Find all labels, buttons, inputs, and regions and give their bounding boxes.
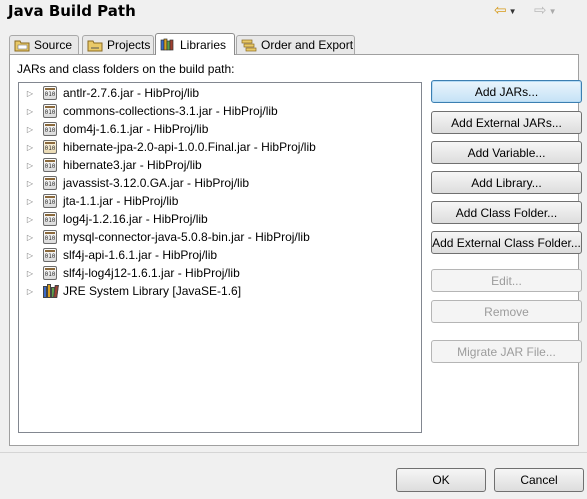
add-class-folder-button[interactable]: Add Class Folder... [431,201,582,224]
list-item[interactable]: ▷ dom4j-1.6.1.jar - HibProj/lib [19,120,419,138]
add-variable-button[interactable]: Add Variable... [431,141,582,164]
jar-icon [43,266,57,280]
list-item[interactable]: ▷ hibernate3.jar - HibProj/lib [19,156,419,174]
list-item[interactable]: ▷ JRE System Library [JavaSE-1.6] [19,282,419,300]
list-item-label: JRE System Library [JavaSE-1.6] [63,284,242,298]
list-item[interactable]: ▷ mysql-connector-java-5.0.8-bin.jar - Hi… [19,228,419,246]
add-library-button[interactable]: Add Library... [431,171,582,194]
forward-arrow-icon[interactable]: ⇨ [534,2,547,20]
list-item-label: slf4j-log4j12-1.6.1.jar - HibProj/lib [63,266,240,280]
ok-button[interactable]: OK [396,468,486,492]
page-title: Java Build Path [8,2,136,20]
list-item-label: hibernate3.jar - HibProj/lib [63,158,202,172]
title-bar: Java Build Path ⇦ ▼ ⇨ ▼ [0,0,587,26]
list-item[interactable]: ▷ jta-1.1.jar - HibProj/lib [19,192,419,210]
library-tree[interactable]: ▷ antlr-2.7.6.jar - HibProj/lib ▷ commons-… [18,82,422,433]
tab-label: Source [34,38,73,52]
remove-button[interactable]: Remove [431,300,582,323]
back-nav[interactable]: ⇦ ▼ [494,2,517,20]
source-folder-icon [14,39,30,52]
build-path-label: JARs and class folders on the build path… [17,62,235,76]
jar-icon [43,140,57,154]
expand-arrow-icon[interactable]: ▷ [23,161,37,170]
expand-arrow-icon[interactable]: ▷ [23,287,37,296]
list-item-label: dom4j-1.6.1.jar - HibProj/lib [63,122,209,136]
projects-icon [87,39,103,52]
tab-projects[interactable]: Projects [82,35,154,54]
library-books-icon [43,284,59,298]
order-export-icon [241,39,257,52]
list-item[interactable]: ▷ commons-collections-3.1.jar - HibProj/l… [19,102,419,120]
expand-arrow-icon[interactable]: ▷ [23,197,37,206]
expand-arrow-icon[interactable]: ▷ [23,269,37,278]
back-dropdown-icon[interactable]: ▼ [509,7,517,16]
add-external-jars-button[interactable]: Add External JARs... [431,111,582,134]
tab-libraries[interactable]: Libraries [155,33,235,55]
jar-icon [43,158,57,172]
list-item[interactable]: ▷ javassist-3.12.0.GA.jar - HibProj/lib [19,174,419,192]
libraries-icon [160,38,176,51]
list-item[interactable]: ▷ slf4j-log4j12-1.6.1.jar - HibProj/lib [19,264,419,282]
expand-arrow-icon[interactable]: ▷ [23,89,37,98]
tab-label: Libraries [180,37,227,52]
list-item[interactable]: ▷ log4j-1.2.16.jar - HibProj/lib [19,210,419,228]
list-item[interactable]: ▷ slf4j-api-1.6.1.jar - HibProj/lib [19,246,419,264]
add-jars-button[interactable]: Add JARs... [431,80,582,103]
edit-button[interactable]: Edit... [431,269,582,292]
list-item-label: hibernate-jpa-2.0-api-1.0.0.Final.jar - … [63,140,316,154]
expand-arrow-icon[interactable]: ▷ [23,179,37,188]
jar-icon [43,212,57,226]
expand-arrow-icon[interactable]: ▷ [23,143,37,152]
tab-order-export[interactable]: Order and Export [236,35,355,54]
forward-nav[interactable]: ⇨ ▼ [534,2,557,20]
migrate-jar-button[interactable]: Migrate JAR File... [431,340,582,363]
expand-arrow-icon[interactable]: ▷ [23,251,37,260]
list-item-label: commons-collections-3.1.jar - HibProj/li… [63,104,278,118]
footer-divider [0,452,587,453]
list-item[interactable]: ▷ hibernate-jpa-2.0-api-1.0.0.Final.jar -… [19,138,419,156]
expand-arrow-icon[interactable]: ▷ [23,107,37,116]
expand-arrow-icon[interactable]: ▷ [23,125,37,134]
jar-icon [43,122,57,136]
list-item-label: mysql-connector-java-5.0.8-bin.jar - Hib… [63,230,310,244]
expand-arrow-icon[interactable]: ▷ [23,233,37,242]
jar-icon [43,176,57,190]
expand-arrow-icon[interactable]: ▷ [23,215,37,224]
libraries-panel: JARs and class folders on the build path… [9,54,582,446]
tab-source[interactable]: Source [9,35,79,54]
tab-label: Projects [107,38,151,52]
list-item-label: javassist-3.12.0.GA.jar - HibProj/lib [63,176,250,190]
add-external-class-folder-button[interactable]: Add External Class Folder... [431,231,582,254]
jar-icon [43,86,57,100]
list-item-label: log4j-1.2.16.jar - HibProj/lib [63,212,208,226]
forward-dropdown-icon[interactable]: ▼ [549,7,557,16]
list-item[interactable]: ▷ antlr-2.7.6.jar - HibProj/lib [19,84,419,102]
jar-icon [43,248,57,262]
list-item-label: slf4j-api-1.6.1.jar - HibProj/lib [63,248,218,262]
jar-icon [43,230,57,244]
list-item-label: antlr-2.7.6.jar - HibProj/lib [63,86,200,100]
tab-label: Order and Export [261,38,354,52]
back-arrow-icon[interactable]: ⇦ [494,2,507,20]
jar-icon [43,194,57,208]
jar-icon [43,104,57,118]
list-item-label: jta-1.1.jar - HibProj/lib [63,194,179,208]
cancel-button[interactable]: Cancel [494,468,584,492]
